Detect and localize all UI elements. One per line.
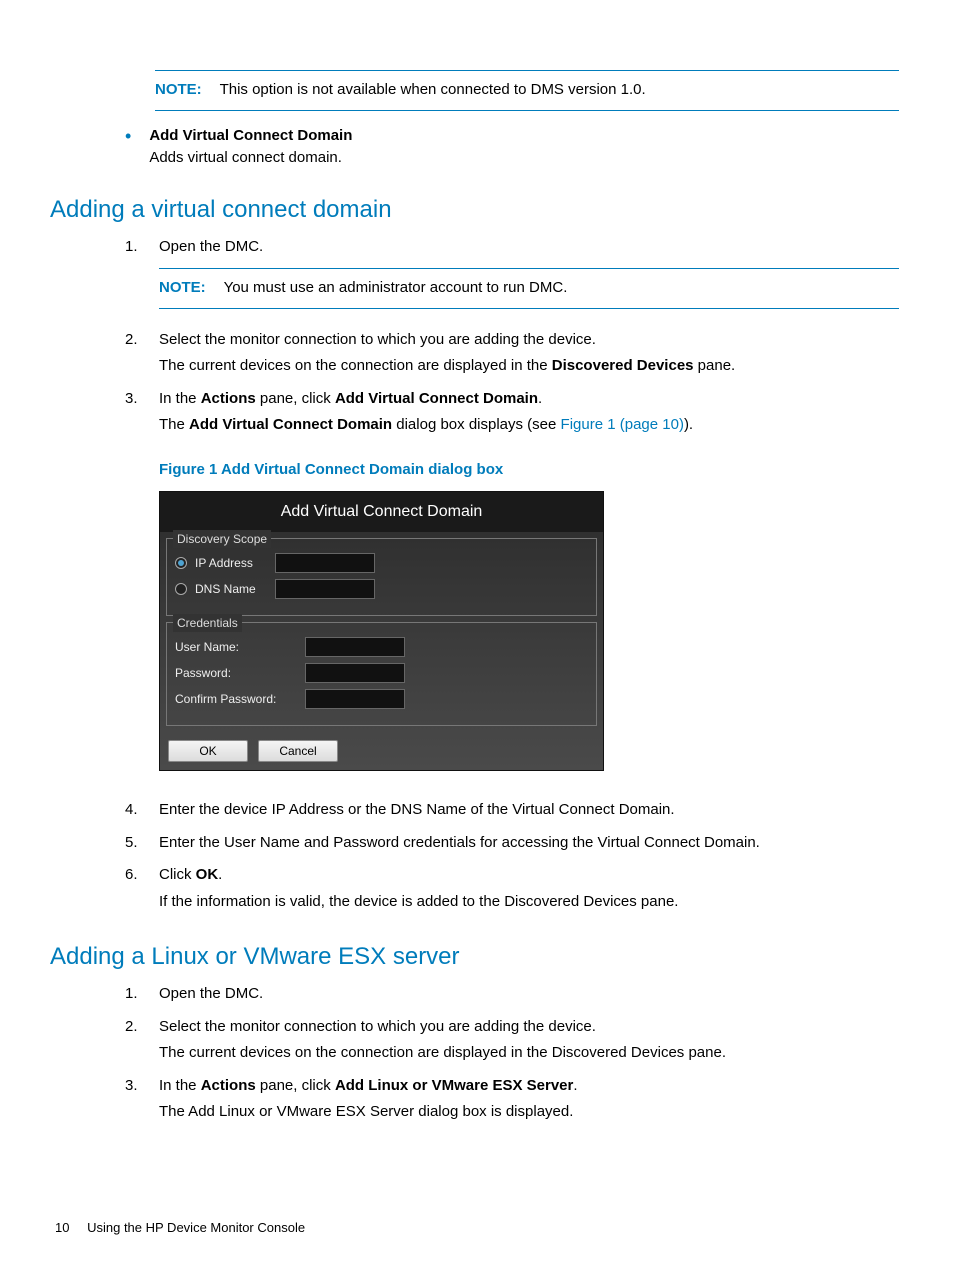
step-text: In the Actions pane, click Add Virtual C… <box>159 388 899 411</box>
username-label: User Name: <box>175 638 305 656</box>
note-box-top: NOTE: This option is not available when … <box>155 70 899 111</box>
step-num: 2. <box>125 329 159 352</box>
note-label: NOTE: <box>155 81 202 98</box>
steps-section1-cont: 4. Enter the device IP Address or the DN… <box>125 799 899 917</box>
step-num: 4. <box>125 799 159 822</box>
dns-name-label: DNS Name <box>195 580 275 598</box>
credentials-fieldset: Credentials User Name: Password: Confirm… <box>166 622 597 726</box>
step-text: The Add Linux or VMware ESX Server dialo… <box>159 1101 899 1124</box>
dialog-title: Add Virtual Connect Domain <box>160 492 603 532</box>
bullet-desc: Adds virtual connect domain. <box>149 147 899 170</box>
note-label: NOTE: <box>159 279 206 296</box>
step-text: Enter the device IP Address or the DNS N… <box>159 799 899 822</box>
confirm-password-input[interactable] <box>305 689 405 709</box>
step-text: Open the DMC. <box>159 236 899 259</box>
credentials-legend: Credentials <box>173 614 242 632</box>
note-box-admin: NOTE: You must use an administrator acco… <box>159 268 899 309</box>
step-text: The Add Virtual Connect Domain dialog bo… <box>159 414 899 437</box>
step-text: The current devices on the connection ar… <box>159 1042 899 1065</box>
confirm-password-label: Confirm Password: <box>175 690 305 708</box>
heading-adding-linux-esx: Adding a Linux or VMware ESX server <box>50 939 899 975</box>
step-text: Select the monitor connection to which y… <box>159 1016 899 1039</box>
step-num: 3. <box>125 1075 159 1098</box>
username-input[interactable] <box>305 637 405 657</box>
figure-caption: Figure 1 Add Virtual Connect Domain dial… <box>159 459 899 482</box>
ok-button[interactable]: OK <box>168 740 248 762</box>
bullet-icon: • <box>125 125 131 148</box>
ip-address-label: IP Address <box>195 554 275 572</box>
ip-address-radio[interactable] <box>175 557 187 569</box>
add-vc-domain-dialog: Add Virtual Connect Domain Discovery Sco… <box>159 491 604 771</box>
footer-title: Using the HP Device Monitor Console <box>87 1220 305 1235</box>
password-input[interactable] <box>305 663 405 683</box>
note-text: This option is not available when connec… <box>220 81 646 98</box>
page-footer: 10 Using the HP Device Monitor Console <box>55 1218 305 1238</box>
step-num: 6. <box>125 864 159 887</box>
step-text: Select the monitor connection to which y… <box>159 329 899 352</box>
dns-name-input[interactable] <box>275 579 375 599</box>
step-text: If the information is valid, the device … <box>159 891 899 914</box>
step-text: Enter the User Name and Password credent… <box>159 832 899 855</box>
steps-section1: 1. Open the DMC. NOTE: You must use an a… <box>125 236 899 441</box>
bullet-title: Add Virtual Connect Domain <box>149 125 899 148</box>
step-num: 5. <box>125 832 159 855</box>
discovery-scope-legend: Discovery Scope <box>173 530 271 548</box>
password-label: Password: <box>175 664 305 682</box>
cancel-button[interactable]: Cancel <box>258 740 338 762</box>
step-text: Open the DMC. <box>159 983 899 1006</box>
step-num: 1. <box>125 236 159 259</box>
page-number: 10 <box>55 1220 69 1235</box>
step-text: The current devices on the connection ar… <box>159 355 899 378</box>
step-num: 1. <box>125 983 159 1006</box>
steps-section2: 1. Open the DMC. 2. Select the monitor c… <box>125 983 899 1128</box>
bullet-add-vc-domain: • Add Virtual Connect Domain Adds virtua… <box>125 125 899 170</box>
step-text: Click OK. <box>159 864 899 887</box>
dns-name-radio[interactable] <box>175 583 187 595</box>
discovery-scope-fieldset: Discovery Scope IP Address DNS Name <box>166 538 597 616</box>
heading-adding-vc-domain: Adding a virtual connect domain <box>50 192 899 228</box>
step-num: 2. <box>125 1016 159 1039</box>
figure-link[interactable]: Figure 1 (page 10) <box>561 416 684 433</box>
step-num: 3. <box>125 388 159 411</box>
note-text: You must use an administrator account to… <box>224 279 568 296</box>
ip-address-input[interactable] <box>275 553 375 573</box>
step-text: In the Actions pane, click Add Linux or … <box>159 1075 899 1098</box>
